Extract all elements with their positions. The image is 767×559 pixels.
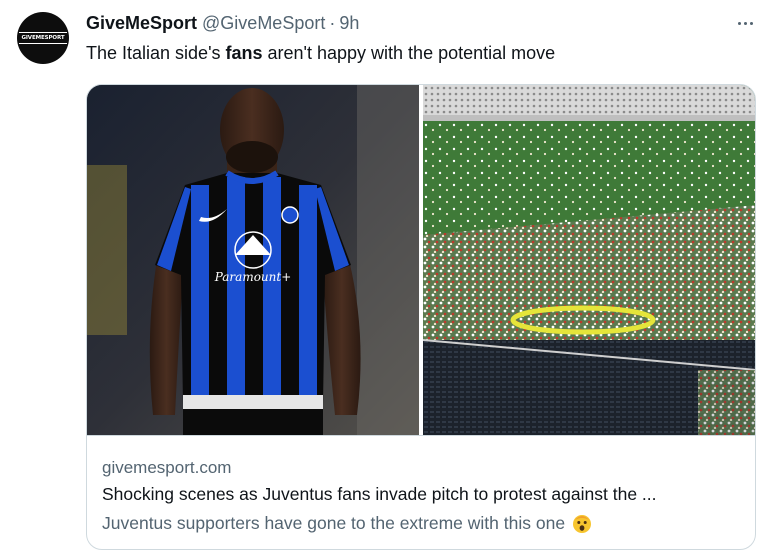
more-dot (749, 21, 753, 25)
link-card[interactable]: Paramount+ givemesport.com Shocking scen… (86, 84, 756, 550)
card-title[interactable]: Shocking scenes as Juventus fans invade … (102, 484, 657, 505)
more-dot (743, 21, 747, 25)
card-footer[interactable]: givemesport.com Shocking scenes as Juven… (87, 435, 755, 549)
more-horizontal-icon[interactable] (731, 12, 759, 34)
timestamp[interactable]: 9h (339, 13, 359, 34)
separator-dot: · (329, 13, 336, 33)
astonished-face-icon (573, 515, 592, 533)
avatar[interactable]: GIVEMESPORT (17, 12, 69, 64)
more-dot (737, 21, 741, 25)
display-name[interactable]: GiveMeSport (86, 13, 197, 34)
pitch-invasion-photo (423, 85, 755, 435)
card-domain: givemesport.com (102, 458, 232, 477)
tweet-text-bold: fans (225, 43, 263, 63)
tweet[interactable]: GIVEMESPORT GiveMeSport @GiveMeSport · 9… (0, 0, 767, 559)
tweet-header: GiveMeSport @GiveMeSport · 9h (86, 13, 359, 39)
card-description-text: Juventus supporters have gone to the ext… (102, 512, 566, 533)
tweet-text: The Italian side's fans aren't happy wit… (86, 43, 555, 64)
avatar-logo-text: GIVEMESPORT (19, 32, 67, 44)
card-description: Juventus supporters have gone to the ext… (102, 512, 593, 534)
tweet-text-part: The Italian side's (86, 43, 226, 63)
card-media[interactable]: Paramount+ (87, 85, 755, 435)
stadium-illustration (423, 85, 755, 435)
jersey-sponsor-text: Paramount+ (214, 270, 292, 284)
player-photo: Paramount+ (87, 85, 419, 435)
user-handle[interactable]: @GiveMeSport (202, 13, 325, 34)
player-illustration: Paramount+ (87, 85, 419, 435)
tweet-text-part: aren't happy with the potential move (262, 43, 556, 63)
